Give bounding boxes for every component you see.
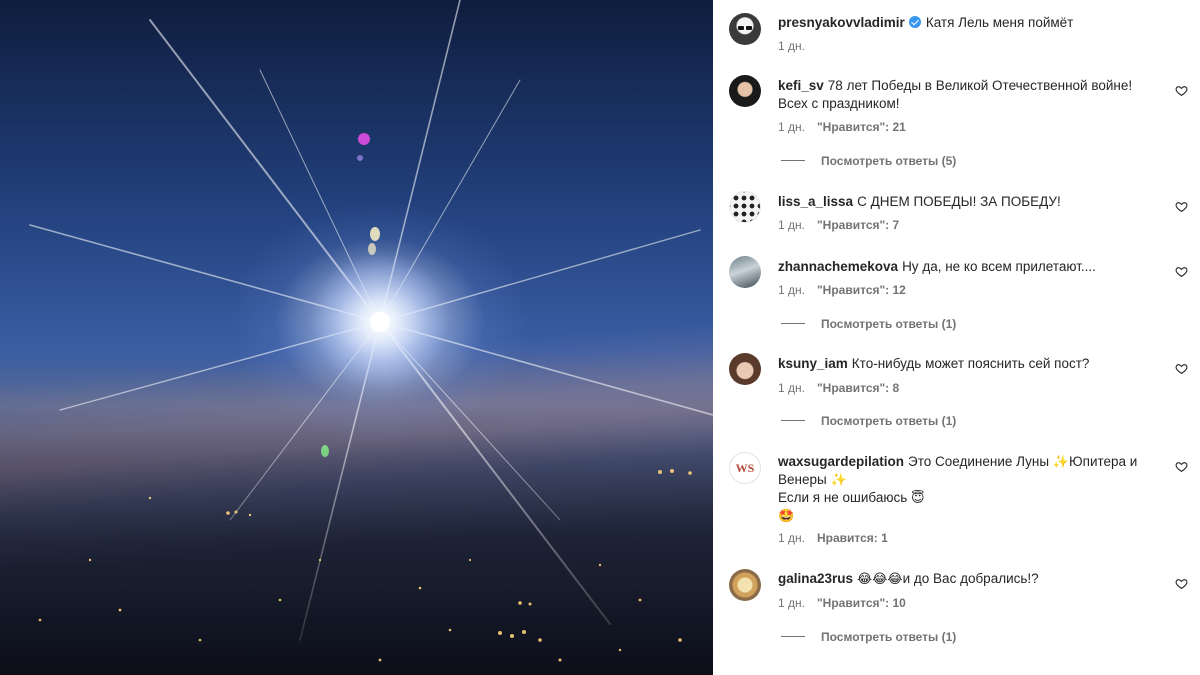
- view-replies-label: Посмотреть ответы (1): [821, 414, 957, 428]
- comment-meta: 1 дн. Нравится: 1: [778, 531, 888, 545]
- comments-panel: presnyakovvladimir Катя Лель меня поймёт …: [713, 0, 1200, 675]
- avatar-glasses-icon: [738, 26, 752, 30]
- comment-body: С ДНЕМ ПОБЕДЫ! ЗА ПОБЕДУ!: [857, 194, 1061, 209]
- commenter-avatar[interactable]: [729, 75, 761, 107]
- comment-likes[interactable]: "Нравится": 12: [817, 283, 906, 297]
- comment-text: waxsugardepilation Это Соединение Луны ✨Ю…: [778, 453, 1163, 525]
- comment-text: galina23rus 😂😂😂и до Вас добрались!?: [778, 570, 1163, 588]
- view-replies-label: Посмотреть ответы (1): [821, 630, 957, 644]
- sparkle-emoji: ✨: [830, 472, 847, 487]
- caption-time[interactable]: 1 дн.: [778, 39, 805, 53]
- author-username[interactable]: presnyakovvladimir: [778, 15, 905, 30]
- comment-meta: 1 дн. "Нравится": 8: [778, 381, 899, 395]
- sky-photo-illustration: [0, 0, 713, 675]
- heart-outline-icon[interactable]: [1175, 577, 1188, 590]
- comment-text: kefi_sv 78 лет Победы в Великой Отечестве…: [778, 77, 1163, 113]
- sparkle-emoji: ✨: [1052, 454, 1070, 469]
- comment-time[interactable]: 1 дн.: [778, 596, 805, 610]
- view-replies-button[interactable]: Посмотреть ответы (1): [781, 317, 956, 331]
- laughing-emoji: 😂😂😂: [857, 571, 903, 586]
- smiling-halo-emoji: 😇: [911, 490, 925, 505]
- comment-time[interactable]: 1 дн.: [778, 283, 805, 297]
- view-replies-button[interactable]: Посмотреть ответы (1): [781, 630, 956, 644]
- comment-body-line2: Если я не ошибаюсь: [778, 490, 908, 505]
- replies-divider: [781, 420, 805, 421]
- commenter-avatar[interactable]: WS: [729, 452, 761, 484]
- commenter-avatar[interactable]: [729, 256, 761, 288]
- comment-time[interactable]: 1 дн.: [778, 531, 805, 545]
- caption-meta: 1 дн.: [778, 39, 805, 53]
- comment-time[interactable]: 1 дн.: [778, 218, 805, 232]
- comment-body: Кто-нибудь может пояснить сей пост?: [851, 356, 1090, 371]
- comment-username[interactable]: galina23rus: [778, 571, 853, 586]
- comment-body: Ну да, не ко всем прилетают....: [902, 259, 1096, 274]
- comment-time[interactable]: 1 дн.: [778, 381, 805, 395]
- replies-divider: [781, 636, 805, 637]
- comment-body: 78 лет Победы в Великой Отечественной во…: [778, 78, 1133, 111]
- caption-text: presnyakovvladimir Катя Лель меня поймёт: [778, 14, 1163, 32]
- comment-username[interactable]: liss_a_lissa: [778, 194, 853, 209]
- comment-text: ksuny_iam Кто-нибудь может пояснить сей п…: [778, 355, 1163, 373]
- comment-likes[interactable]: Нравится: 1: [817, 531, 888, 545]
- comment-meta: 1 дн. "Нравится": 10: [778, 596, 906, 610]
- avatar-logo-text: WS: [735, 460, 755, 475]
- view-replies-label: Посмотреть ответы (1): [821, 317, 957, 331]
- star-eyes-emoji: 🤩: [778, 508, 795, 523]
- comment-meta: 1 дн. "Нравится": 12: [778, 283, 906, 297]
- view-replies-button[interactable]: Посмотреть ответы (1): [781, 414, 956, 428]
- comment-likes[interactable]: "Нравится": 10: [817, 596, 906, 610]
- verified-badge-icon: [908, 16, 921, 28]
- comment-text: zhannachemekova Ну да, не ко всем прилета…: [778, 258, 1163, 276]
- comment-meta: 1 дн. "Нравится": 7: [778, 218, 899, 232]
- author-avatar[interactable]: [729, 13, 761, 45]
- comment-likes[interactable]: "Нравится": 8: [817, 381, 899, 395]
- replies-divider: [781, 323, 805, 324]
- comment-body: и до Вас добрались!?: [902, 571, 1039, 586]
- heart-outline-icon[interactable]: [1175, 200, 1188, 213]
- view-replies-label: Посмотреть ответы (5): [821, 154, 957, 168]
- comment-time[interactable]: 1 дн.: [778, 120, 805, 134]
- caption-body: Катя Лель меня поймёт: [925, 15, 1074, 30]
- heart-outline-icon[interactable]: [1175, 362, 1188, 375]
- heart-outline-icon[interactable]: [1175, 84, 1188, 97]
- view-replies-button[interactable]: Посмотреть ответы (5): [781, 154, 956, 168]
- replies-divider: [781, 160, 805, 161]
- heart-outline-icon[interactable]: [1175, 460, 1188, 473]
- comment-username[interactable]: kefi_sv: [778, 78, 824, 93]
- comment-username[interactable]: waxsugardepilation: [778, 454, 904, 469]
- post-image[interactable]: [0, 0, 713, 675]
- comment-text: liss_a_lissa С ДНЕМ ПОБЕДЫ! ЗА ПОБЕДУ!: [778, 193, 1163, 211]
- heart-outline-icon[interactable]: [1175, 265, 1188, 278]
- comment-username[interactable]: ksuny_iam: [778, 356, 848, 371]
- comment-likes[interactable]: "Нравится": 7: [817, 218, 899, 232]
- comment-username[interactable]: zhannachemekova: [778, 259, 898, 274]
- comment-meta: 1 дн. "Нравится": 21: [778, 120, 906, 134]
- commenter-avatar[interactable]: [729, 569, 761, 601]
- comment-body-part1: Это Соединение Луны: [908, 454, 1050, 469]
- commenter-avatar[interactable]: [729, 353, 761, 385]
- commenter-avatar[interactable]: [729, 191, 761, 223]
- comment-likes[interactable]: "Нравится": 21: [817, 120, 906, 134]
